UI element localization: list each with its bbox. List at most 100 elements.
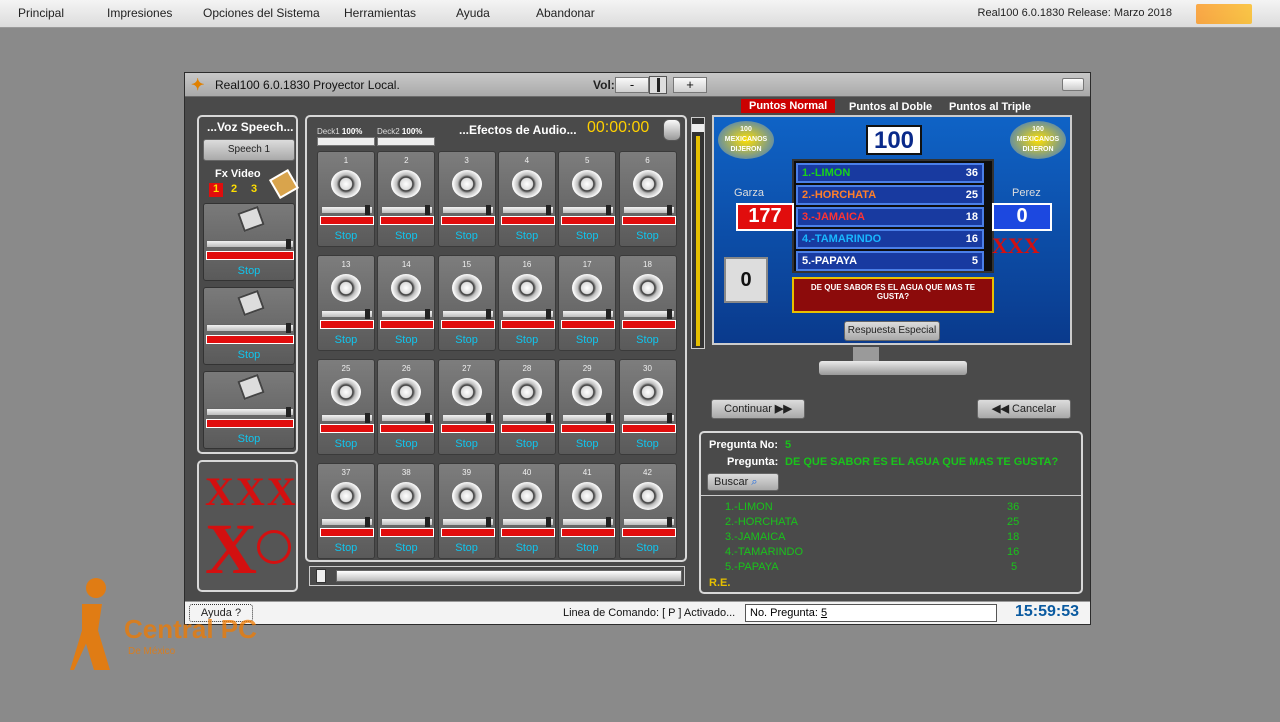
speech-1-button[interactable]: Speech 1	[203, 139, 295, 161]
slot-volume-slider[interactable]	[441, 205, 494, 215]
vertical-volume[interactable]	[691, 117, 705, 349]
video-slider[interactable]	[206, 239, 294, 249]
audio-slot-14[interactable]: 14 Stop	[377, 255, 436, 351]
volume-up-button[interactable]: +	[673, 77, 707, 93]
audio-slot-13[interactable]: 13 Stop	[317, 255, 375, 351]
audio-slot-1[interactable]: 1 Stop	[317, 151, 375, 247]
fx-video-2[interactable]: 2	[231, 183, 237, 195]
audio-slot-3[interactable]: 3 Stop	[437, 151, 496, 247]
single-strike-button[interactable]: X	[205, 508, 257, 591]
slot-volume-slider[interactable]	[321, 413, 373, 423]
slot-stop-button[interactable]: Stop	[378, 542, 434, 554]
slot-stop-button[interactable]: Stop	[318, 542, 374, 554]
slot-stop-button[interactable]: Stop	[620, 542, 676, 554]
menu-impresiones[interactable]: Impresiones	[107, 6, 172, 20]
answer-1[interactable]: 1.-LIMON 36	[796, 163, 984, 183]
slot-volume-slider[interactable]	[562, 309, 615, 319]
slot-stop-button[interactable]: Stop	[559, 542, 615, 554]
video-slot-3[interactable]: Stop	[203, 371, 295, 449]
slot-stop-button[interactable]: Stop	[378, 230, 434, 242]
menu-principal[interactable]: Principal	[18, 6, 64, 20]
slot-stop-button[interactable]: Stop	[499, 334, 555, 346]
slot-volume-slider[interactable]	[441, 517, 494, 527]
menu-ayuda[interactable]: Ayuda	[456, 6, 490, 20]
menu-herramientas[interactable]: Herramientas	[344, 6, 416, 20]
audio-slot-5[interactable]: 5 Stop	[558, 151, 617, 247]
slot-volume-slider[interactable]	[381, 517, 434, 527]
audio-slot-41[interactable]: 41 Stop	[558, 463, 617, 559]
slot-volume-slider[interactable]	[622, 413, 675, 423]
slot-stop-button[interactable]: Stop	[620, 230, 676, 242]
slot-volume-slider[interactable]	[381, 205, 434, 215]
audio-slot-28[interactable]: 28 Stop	[497, 359, 556, 455]
video-slider[interactable]	[206, 407, 294, 417]
tab-puntos-doble[interactable]: Puntos al Doble	[849, 101, 932, 113]
video-stop-button[interactable]: Stop	[204, 265, 294, 277]
slot-stop-button[interactable]: Stop	[559, 334, 615, 346]
volume-slider[interactable]	[649, 76, 667, 94]
slot-stop-button[interactable]: Stop	[378, 334, 434, 346]
slot-volume-slider[interactable]	[381, 309, 434, 319]
slot-volume-slider[interactable]	[562, 205, 615, 215]
slot-volume-slider[interactable]	[562, 517, 615, 527]
slot-volume-slider[interactable]	[321, 205, 373, 215]
slot-volume-slider[interactable]	[622, 517, 675, 527]
cancelar-button[interactable]: ◀◀ Cancelar	[977, 399, 1071, 419]
slot-stop-button[interactable]: Stop	[559, 438, 615, 450]
slot-stop-button[interactable]: Stop	[620, 334, 676, 346]
video-stop-button[interactable]: Stop	[204, 349, 294, 361]
slot-stop-button[interactable]: Stop	[318, 230, 374, 242]
slot-volume-slider[interactable]	[501, 309, 554, 319]
slot-stop-button[interactable]: Stop	[499, 230, 555, 242]
slot-stop-button[interactable]: Stop	[559, 230, 615, 242]
fx-video-3[interactable]: 3	[251, 183, 257, 195]
audio-slot-39[interactable]: 39 Stop	[437, 463, 496, 559]
video-slot-1[interactable]: Stop	[203, 203, 295, 281]
audio-slot-27[interactable]: 27 Stop	[437, 359, 496, 455]
answer-5[interactable]: 5.-PAPAYA 5	[796, 251, 984, 271]
answer-2[interactable]: 2.-HORCHATA 25	[796, 185, 984, 205]
slot-stop-button[interactable]: Stop	[378, 438, 434, 450]
slot-volume-slider[interactable]	[622, 205, 675, 215]
database-icon[interactable]	[663, 119, 681, 141]
video-slot-2[interactable]: Stop	[203, 287, 295, 365]
audio-slot-40[interactable]: 40 Stop	[497, 463, 556, 559]
menu-opciones-sistema[interactable]: Opciones del Sistema	[203, 6, 320, 20]
slot-volume-slider[interactable]	[441, 309, 494, 319]
slot-volume-slider[interactable]	[501, 205, 554, 215]
minimize-button[interactable]	[1062, 78, 1084, 91]
audio-slot-25[interactable]: 25 Stop	[317, 359, 375, 455]
audio-slot-30[interactable]: 30 Stop	[618, 359, 677, 455]
tab-puntos-normal[interactable]: Puntos Normal	[741, 99, 836, 113]
buscar-button[interactable]: Buscar ⌕	[707, 473, 779, 491]
volume-down-button[interactable]: -	[615, 77, 649, 93]
menu-abandonar[interactable]: Abandonar	[536, 6, 595, 20]
slot-volume-slider[interactable]	[501, 517, 554, 527]
audio-slot-38[interactable]: 38 Stop	[377, 463, 436, 559]
slot-volume-slider[interactable]	[441, 413, 494, 423]
tab-puntos-triple[interactable]: Puntos al Triple	[949, 101, 1031, 113]
slot-stop-button[interactable]: Stop	[439, 542, 495, 554]
fx-video-1[interactable]: 1	[209, 183, 223, 197]
audio-slot-18[interactable]: 18 Stop	[618, 255, 677, 351]
audio-slot-4[interactable]: 4 Stop	[497, 151, 556, 247]
master-slider[interactable]	[336, 570, 682, 582]
master-knob[interactable]	[316, 569, 326, 583]
audio-slot-42[interactable]: 42 Stop	[618, 463, 677, 559]
audio-slot-37[interactable]: 37 Stop	[317, 463, 375, 559]
deck2-slider[interactable]	[377, 137, 435, 146]
audio-slot-17[interactable]: 17 Stop	[558, 255, 617, 351]
vertical-volume-knob[interactable]	[692, 124, 704, 132]
slot-stop-button[interactable]: Stop	[499, 542, 555, 554]
continuar-button[interactable]: Continuar ▶▶	[711, 399, 805, 419]
video-stop-button[interactable]: Stop	[204, 433, 294, 445]
video-slider[interactable]	[206, 323, 294, 333]
pregunta-number-field[interactable]: No. Pregunta: 5	[745, 604, 997, 622]
audio-slot-26[interactable]: 26 Stop	[377, 359, 436, 455]
slot-stop-button[interactable]: Stop	[439, 230, 495, 242]
slot-volume-slider[interactable]	[321, 517, 373, 527]
respuesta-especial-button[interactable]: Respuesta Especial	[844, 321, 940, 341]
deck1-slider[interactable]	[317, 137, 375, 146]
slot-volume-slider[interactable]	[622, 309, 675, 319]
audio-slot-29[interactable]: 29 Stop	[558, 359, 617, 455]
